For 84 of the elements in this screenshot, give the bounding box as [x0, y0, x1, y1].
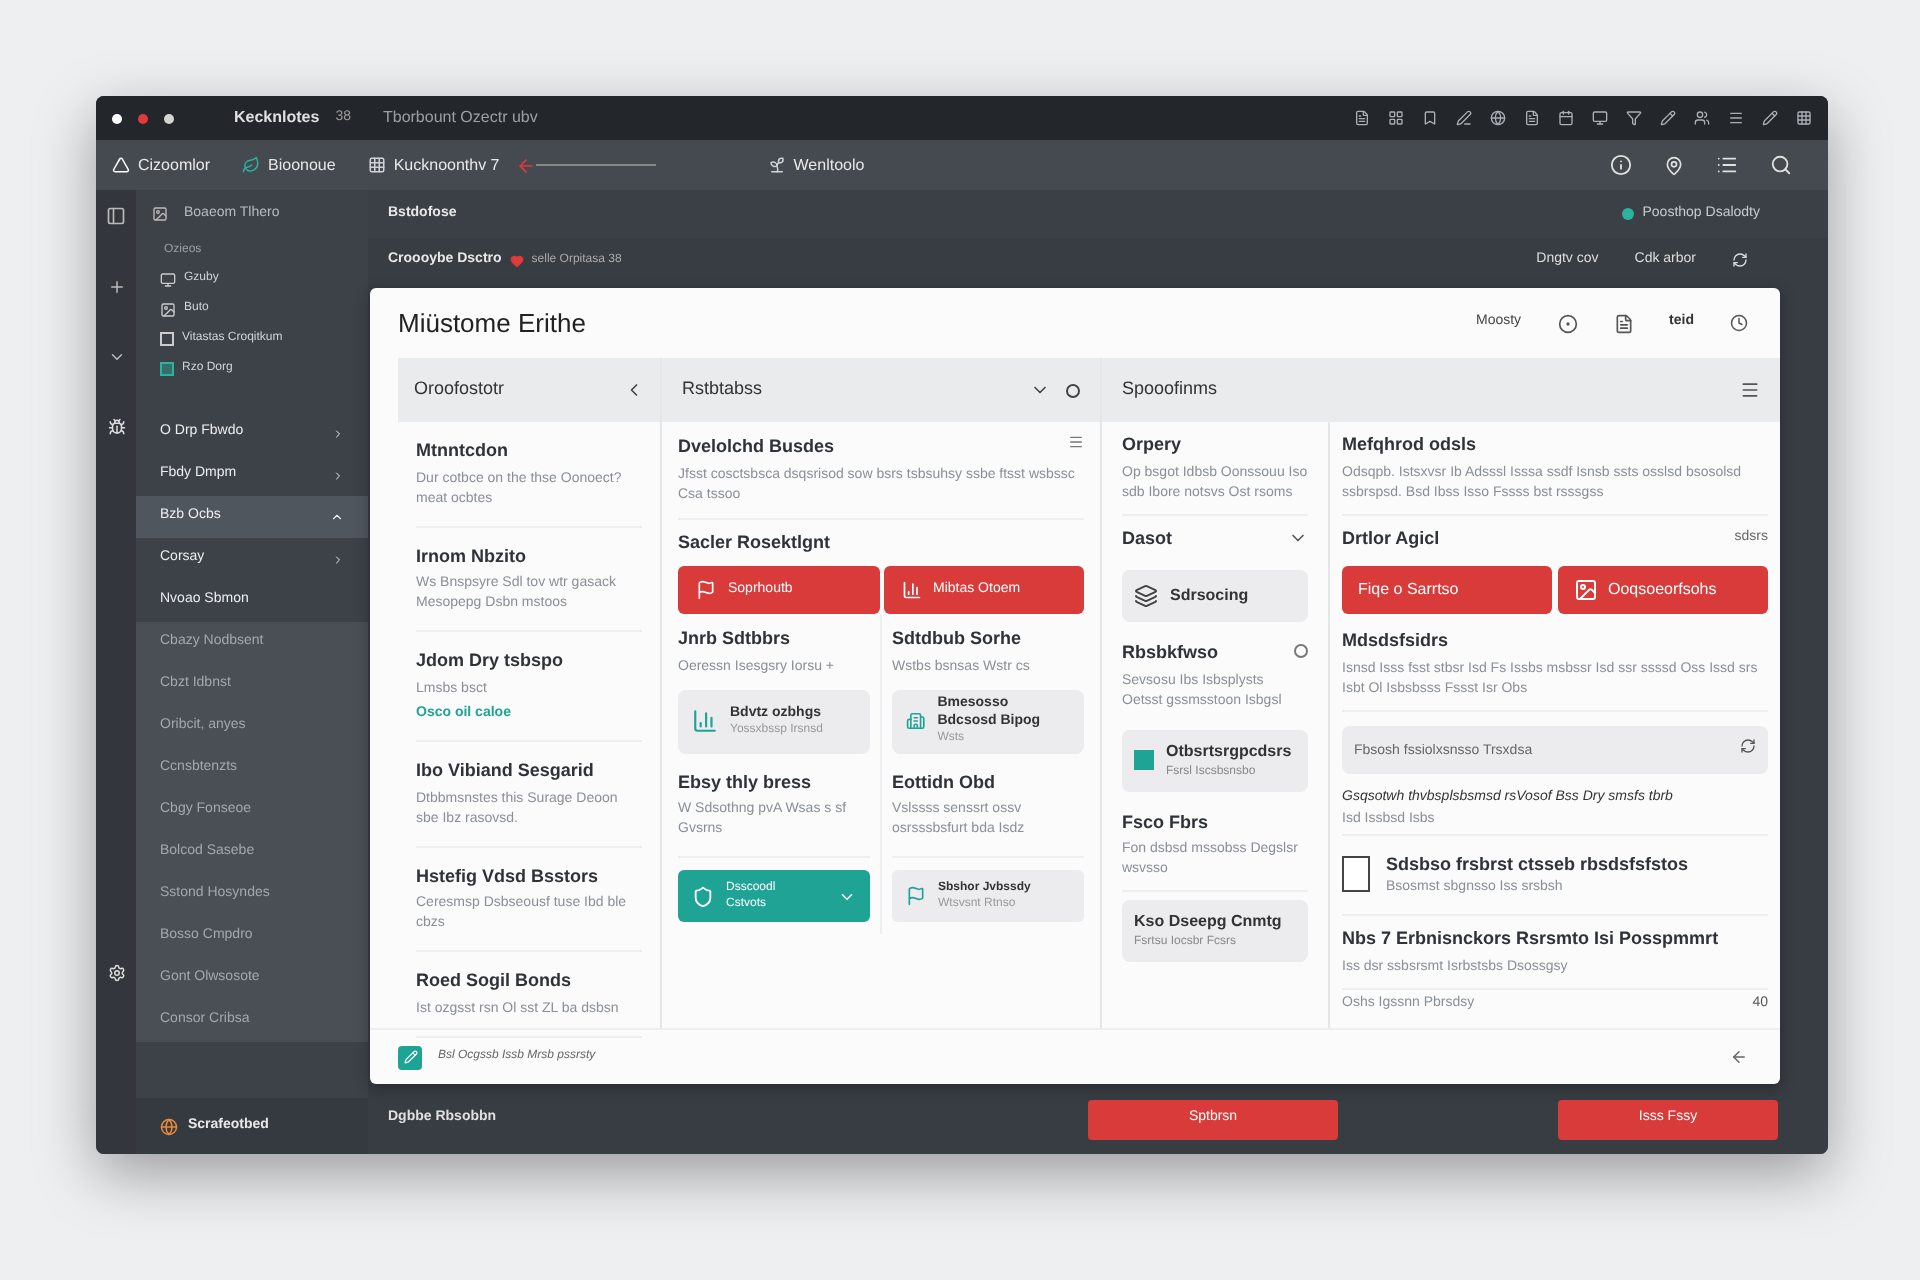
monitor-icon: [160, 271, 176, 287]
item-title: Mefqhrod odsls: [1342, 432, 1478, 458]
refresh-icon[interactable]: [1732, 252, 1748, 268]
item-title: Sdtdbub Sorhe: [892, 626, 1023, 652]
back-arrow-icon[interactable]: [1730, 1048, 1748, 1066]
menu-icon[interactable]: [1728, 110, 1744, 126]
leaf-icon: [242, 156, 261, 174]
pin-icon[interactable]: [1664, 155, 1684, 175]
toolbar-button[interactable]: Wenltoolo: [767, 153, 865, 177]
arrow-drawing: [515, 155, 656, 175]
bar-chart-icon: [901, 580, 921, 600]
globe-icon[interactable]: [1490, 110, 1506, 126]
globe-icon: [160, 1117, 178, 1135]
filter-icon[interactable]: [1626, 110, 1642, 126]
panel-header: Spooofinms: [1102, 358, 1780, 422]
app-name: Kecknlotes: [234, 106, 320, 130]
checkbox[interactable]: [1342, 856, 1370, 893]
modal-title: Miüstome Erithe: [398, 305, 586, 342]
building-icon: [906, 708, 926, 734]
shield-icon: [692, 885, 714, 907]
layers-icon: [1134, 584, 1158, 608]
document-icon[interactable]: [1613, 313, 1634, 333]
people-icon[interactable]: [1694, 110, 1710, 126]
radio-button[interactable]: [1294, 644, 1308, 658]
item-title: Ibo Vibiand Sesgarid: [416, 758, 596, 784]
item-title: Sacler Rosektlgnt: [678, 529, 833, 556]
action-button[interactable]: Fiqe o Sarrtso: [1342, 566, 1552, 614]
sprout-icon: [767, 156, 786, 174]
image-icon: [152, 206, 168, 222]
item-title: Eottidn Obd: [892, 769, 997, 795]
pen-icon[interactable]: [1456, 110, 1472, 126]
list-icon[interactable]: [1716, 154, 1738, 176]
panel-header: Oroofostotr: [398, 358, 660, 422]
item-title: Fsco Fbrs: [1122, 809, 1211, 835]
item-title: Jdom Dry tsbspo: [416, 648, 566, 674]
item-title: Roed Sogil Bonds: [416, 968, 573, 994]
bookmark-icon[interactable]: [1422, 110, 1438, 126]
item-title: Dvelolchd Busdes: [678, 434, 835, 460]
square-icon: [1134, 750, 1154, 770]
item-title: Mdsdsfsidrs: [1342, 628, 1451, 654]
triangle-icon: [112, 156, 130, 174]
image-icon: [1574, 578, 1598, 602]
dropdown[interactable]: Dasot: [1122, 515, 1308, 562]
panel-header: Rstbtabss: [662, 358, 1100, 422]
image-icon: [160, 301, 176, 317]
window-title: Tborbount Ozectr ubv: [382, 106, 538, 130]
bug-icon[interactable]: [107, 418, 125, 436]
toolbar-button[interactable]: Cizoomlor: [112, 153, 211, 177]
grid-icon[interactable]: [1388, 110, 1404, 126]
pencil-icon[interactable]: [1660, 110, 1676, 126]
info-icon[interactable]: [1610, 154, 1632, 176]
toolbar-button[interactable]: Bioonoue: [242, 153, 336, 177]
item-title: Orpery: [1122, 432, 1184, 458]
chevron-icon[interactable]: [107, 348, 125, 366]
flag-icon: [906, 886, 926, 906]
item-title: Hstefig Vdsd Bsstors: [416, 863, 601, 890]
clock-icon[interactable]: [1730, 314, 1748, 332]
calendar-icon[interactable]: [1558, 110, 1574, 126]
refresh-icon[interactable]: [1740, 737, 1756, 753]
item-title: Nbs 7 Erbnisnckors Rsrsmto Isi Posspmmrt: [1342, 926, 1721, 952]
document-icon[interactable]: [1354, 110, 1370, 126]
item-title: Mtnntcdon: [416, 438, 510, 464]
option-card[interactable]: Sdrsocing: [1122, 570, 1308, 622]
search-icon[interactable]: [1770, 154, 1792, 176]
item-title: Irnom Nbzito: [416, 543, 528, 569]
menu-icon[interactable]: [1740, 380, 1760, 400]
item-title: Jnrb Sdtbbrs: [678, 626, 793, 652]
action-button[interactable]: Ooqsoeorfsohs: [1558, 566, 1768, 614]
flag-icon: [696, 580, 716, 600]
heart-icon: [509, 253, 524, 267]
monitor-icon[interactable]: [1592, 110, 1608, 126]
bar-chart-icon: [692, 708, 718, 734]
item-title: Ebsy thly bress: [678, 769, 814, 796]
pencil-icon[interactable]: [1762, 110, 1778, 126]
item-title: Rbsbkfwso: [1122, 640, 1221, 666]
item-title: Sdsbso frsbrst ctsseb rbsdsfsfstos: [1386, 851, 1689, 877]
document-icon[interactable]: [1524, 110, 1540, 126]
toolbar-button[interactable]: Kucknoonthv 7: [367, 153, 500, 177]
grid-icon[interactable]: [1796, 110, 1812, 126]
plus-icon[interactable]: [107, 278, 125, 296]
grid-icon: [367, 156, 386, 174]
panel-icon[interactable]: [106, 206, 126, 226]
pencil-icon[interactable]: [398, 1045, 422, 1069]
settings-icon[interactable]: [107, 964, 125, 982]
